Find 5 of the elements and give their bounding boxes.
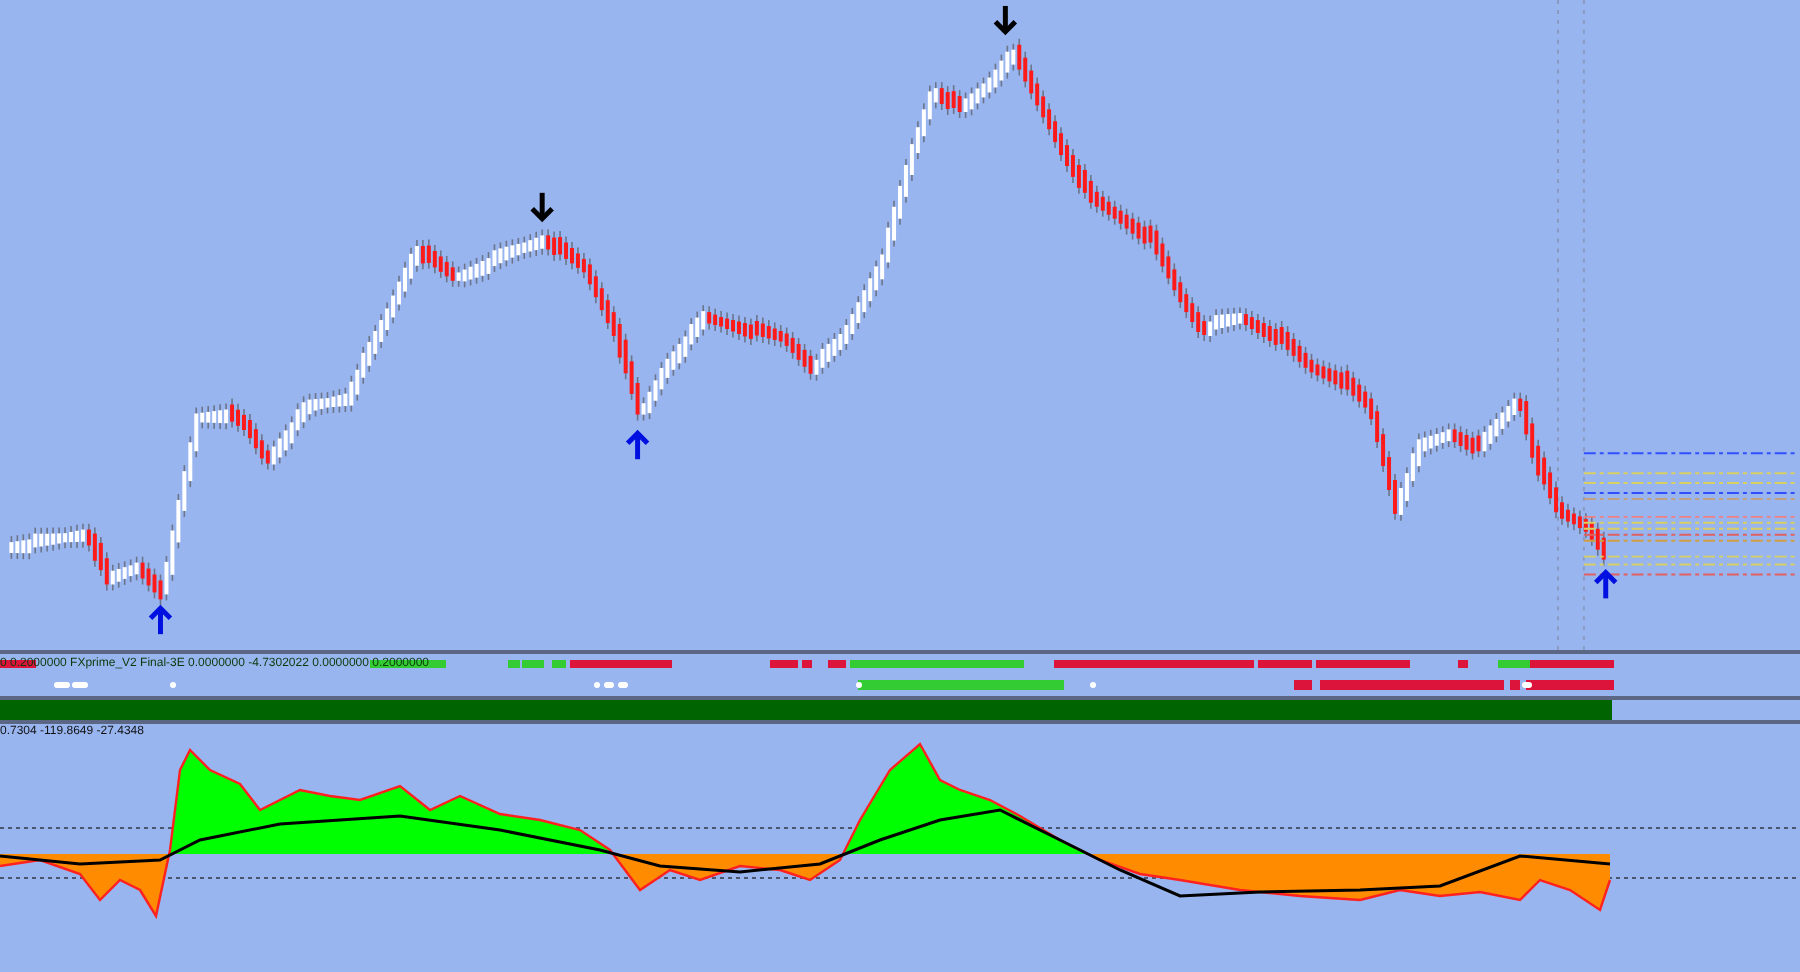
arrow-down-icon [993, 5, 1018, 36]
arrow-up-icon [1594, 569, 1618, 599]
arrow-up-icon [148, 604, 173, 635]
arrow-down-icon [530, 192, 554, 223]
arrow-up-icon [625, 429, 650, 460]
